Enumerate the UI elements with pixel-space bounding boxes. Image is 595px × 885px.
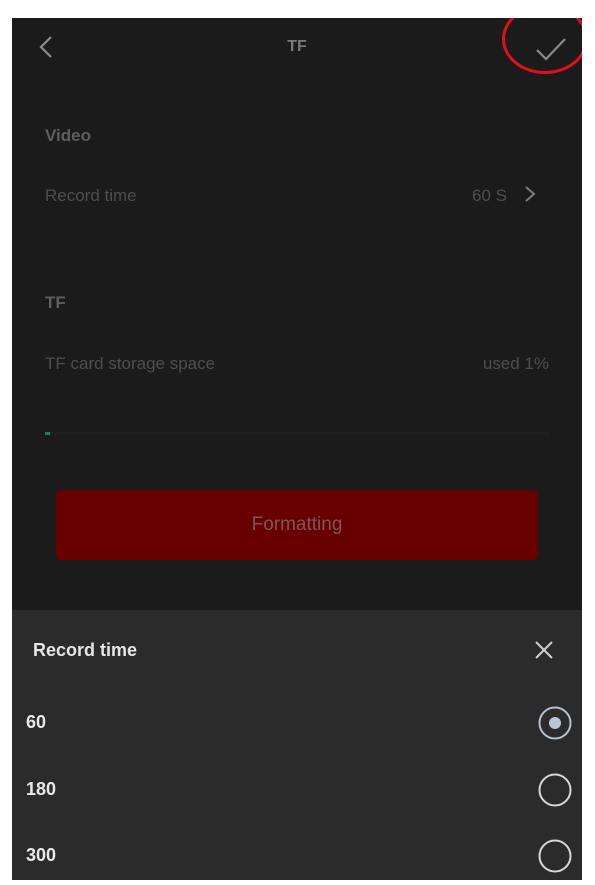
record-time-value: 60 S — [472, 186, 507, 205]
radio-unselected-icon[interactable] — [538, 839, 572, 873]
record-time-label: Record time — [45, 186, 137, 205]
section-title-video: Video — [45, 126, 91, 145]
radio-selected-icon[interactable] — [538, 706, 572, 740]
option-label: 300 — [26, 845, 57, 865]
top-bar: TF — [12, 18, 582, 78]
chevron-right-icon — [525, 186, 536, 202]
page-title: TF — [287, 38, 307, 55]
sheet-title: Record time — [33, 640, 138, 660]
option-label: 180 — [26, 779, 57, 799]
radio-unselected-icon[interactable] — [538, 773, 572, 807]
app-screen: TF Video Record time 60 S TF TF card sto… — [12, 18, 582, 880]
storage-progress-fill — [45, 432, 51, 435]
record-time-sheet: Record time 60 180 300 — [12, 610, 582, 880]
storage-progress-bar — [45, 432, 550, 435]
check-icon[interactable] — [534, 32, 568, 66]
formatting-button[interactable]: Formatting — [56, 490, 538, 560]
storage-label: TF card storage space — [45, 354, 216, 373]
close-icon[interactable] — [532, 638, 556, 662]
option-180[interactable]: 180 — [12, 765, 582, 815]
option-300[interactable]: 300 — [12, 831, 582, 880]
option-60[interactable]: 60 — [12, 698, 582, 748]
section-title-tf: TF — [45, 293, 66, 312]
storage-value: used 1% — [482, 354, 549, 373]
option-label: 60 — [26, 712, 47, 732]
